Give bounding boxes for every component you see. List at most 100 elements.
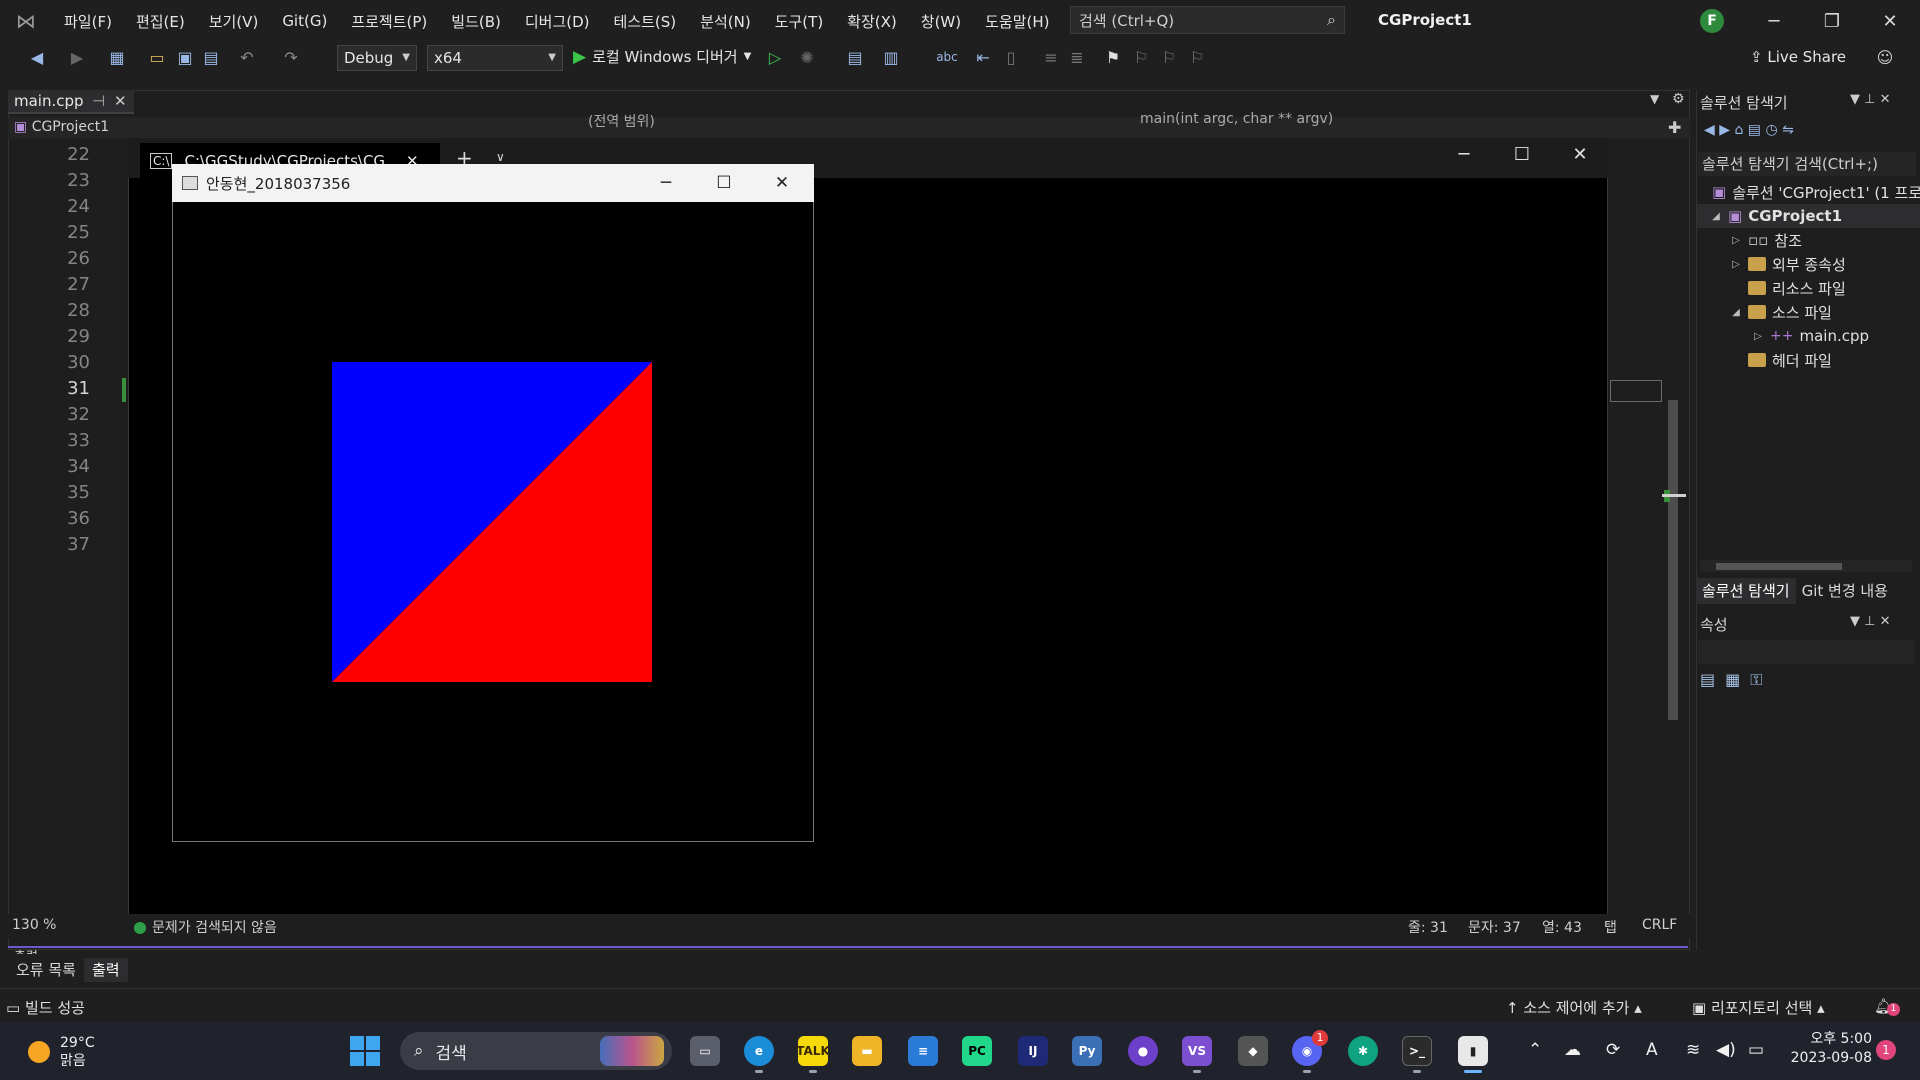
line-ending[interactable]: CRLF <box>1642 917 1677 933</box>
close-icon[interactable]: ✕ <box>1880 92 1891 107</box>
edge-icon[interactable]: e <box>744 1036 774 1066</box>
history-icon[interactable]: ◷ <box>1765 122 1777 138</box>
cursor-col[interactable]: 열: 43 <box>1542 917 1582 937</box>
tree-references[interactable]: ▷ ▫▫ 참조 <box>1730 228 1802 252</box>
collapsed-icon[interactable]: ▷ <box>1752 331 1764 342</box>
properties-object-select[interactable] <box>1698 640 1914 664</box>
open-folder-icon[interactable]: ▭ <box>146 46 168 68</box>
volume-icon[interactable]: ◀) <box>1716 1040 1736 1060</box>
configuration-select[interactable]: Debug ▼ <box>337 45 417 71</box>
alphabetical-icon[interactable]: ▦ <box>1725 670 1740 690</box>
expanded-icon[interactable]: ◢ <box>1710 211 1722 222</box>
comment-icon[interactable]: ≡ <box>1040 46 1062 68</box>
tab-error-list[interactable]: 오류 목록 <box>8 958 84 982</box>
menu-test[interactable]: 테스트(S) <box>602 11 689 32</box>
clock[interactable]: 오후 5:00 2023-09-08 <box>1782 1030 1872 1068</box>
input-method-icon[interactable]: A <box>1646 1040 1658 1060</box>
tree-external-deps[interactable]: ▷ 외부 종속성 <box>1730 252 1846 276</box>
menu-edit[interactable]: 편집(E) <box>124 11 197 32</box>
start-debugging-button[interactable]: ▶ 로컬 Windows 디버거 ▼ <box>573 46 751 67</box>
categorized-icon[interactable]: ▤ <box>1700 670 1715 690</box>
split-icon[interactable]: ✚ <box>1668 118 1681 137</box>
solution-explorer-icon[interactable]: ▤ <box>844 46 866 68</box>
select-repository-button[interactable]: ▣ 리포지토리 선택 ▴ <box>1692 997 1825 1018</box>
build-status[interactable]: ▭ 빌드 성공 <box>6 997 85 1018</box>
layout-icon[interactable]: ▥ <box>880 46 902 68</box>
property-pages-icon[interactable]: ⚿ <box>1750 670 1762 690</box>
chevron-down-icon[interactable]: ∨ <box>496 150 505 164</box>
hot-reload-icon[interactable]: ✺ <box>796 46 818 68</box>
tree-header-files[interactable]: 헤더 파일 <box>1748 348 1832 372</box>
wifi-icon[interactable]: ≋ <box>1686 1040 1700 1060</box>
back-icon[interactable]: ◀ <box>26 46 48 68</box>
taskbar-search[interactable]: ⌕ 검색 <box>400 1032 672 1070</box>
uncomment-icon[interactable]: ≣ <box>1066 46 1088 68</box>
menu-project[interactable]: 프로젝트(P) <box>339 11 439 32</box>
back-icon[interactable]: ◀ ▶ <box>1704 122 1730 138</box>
start-without-debugging-icon[interactable]: ▷ <box>764 46 786 68</box>
unity-icon[interactable]: ◆ <box>1238 1036 1268 1066</box>
pin-icon[interactable]: ⊣ <box>92 90 105 112</box>
visual-studio-icon[interactable]: VS <box>1182 1036 1212 1066</box>
pin-icon[interactable]: ⊥ <box>1864 614 1875 629</box>
python-icon[interactable]: Py <box>1072 1036 1102 1066</box>
forward-icon[interactable]: ▶ <box>66 46 88 68</box>
cursor-line[interactable]: 줄: 31 <box>1408 917 1448 937</box>
prev-bookmark-icon[interactable]: ⚐ <box>1130 46 1152 68</box>
maximize-icon[interactable]: ☐ <box>1500 140 1544 168</box>
intellij-icon[interactable]: IJ <box>1018 1036 1048 1066</box>
solution-explorer-search[interactable]: 솔루션 탐색기 검색(Ctrl+;) <box>1698 152 1916 176</box>
menu-tools[interactable]: 도구(T) <box>763 11 835 32</box>
menu-analyze[interactable]: 분석(N) <box>688 11 763 32</box>
collapsed-icon[interactable]: ▷ <box>1730 235 1742 246</box>
menu-build[interactable]: 빌드(B) <box>439 11 513 32</box>
gear-icon[interactable]: ⚙ <box>1672 91 1685 107</box>
github-icon[interactable]: ● <box>1128 1036 1158 1066</box>
update-icon[interactable]: ⟳ <box>1606 1040 1620 1060</box>
chevron-down-icon[interactable]: ▼ <box>1850 614 1860 629</box>
close-icon[interactable]: ✕ <box>1558 140 1602 168</box>
menu-debug[interactable]: 디버그(D) <box>513 11 602 32</box>
close-tab-icon[interactable]: ✕ <box>114 90 127 112</box>
nav-scope[interactable]: (전역 범위) <box>588 111 655 131</box>
notepad-icon[interactable]: ≡ <box>908 1036 938 1066</box>
notification-badge[interactable]: 1 <box>1876 1040 1896 1060</box>
tab-output[interactable]: 출력 <box>83 958 128 982</box>
battery-icon[interactable]: ▭ <box>1748 1040 1764 1060</box>
chatgpt-icon[interactable]: ✱ <box>1348 1036 1378 1066</box>
start-button[interactable] <box>350 1036 380 1066</box>
redo-icon[interactable]: ↷ <box>280 46 302 68</box>
kakaotalk-icon[interactable]: TALK <box>796 1036 830 1066</box>
file-explorer-icon[interactable]: ▬ <box>852 1036 882 1066</box>
task-view-icon[interactable]: ▭ <box>690 1036 720 1066</box>
notifications-button[interactable]: 🔔︎1 <box>1874 997 1901 1016</box>
tree-resource-files[interactable]: 리소스 파일 <box>1748 276 1846 300</box>
menu-git[interactable]: Git(G) <box>270 12 339 30</box>
platform-select[interactable]: x64 ▼ <box>427 45 563 71</box>
switch-view-icon[interactable]: ▤ <box>1748 122 1761 138</box>
tab-git-changes[interactable]: Git 변경 내용 <box>1796 578 1894 604</box>
collapsed-icon[interactable]: ▷ <box>1730 259 1742 270</box>
tab-list-icon[interactable]: ▼ <box>1650 92 1659 106</box>
step-icon[interactable]: ⇤ <box>972 46 994 68</box>
minimize-icon[interactable]: ─ <box>1754 8 1794 34</box>
clear-bookmarks-icon[interactable]: ⚐ <box>1186 46 1208 68</box>
pycharm-icon[interactable]: PC <box>962 1036 992 1066</box>
undo-icon[interactable]: ↶ <box>236 46 258 68</box>
weather-widget[interactable]: 29°C 맑음 <box>28 1034 95 1070</box>
tree-project[interactable]: ◢ ▣ CGProject1 <box>1710 204 1842 228</box>
add-source-control-button[interactable]: ↑ 소스 제어에 추가 ▴ <box>1506 997 1642 1018</box>
menu-file[interactable]: 파일(F) <box>52 11 124 32</box>
nav-function[interactable]: main(int argc, char ** argv) <box>1140 111 1333 127</box>
terminal-icon[interactable]: >_ <box>1402 1036 1432 1066</box>
tree-main-cpp[interactable]: ▷ ++ main.cpp <box>1752 324 1869 348</box>
next-bookmark-icon[interactable]: ⚐ <box>1158 46 1180 68</box>
save-icon[interactable]: ▣ <box>174 46 196 68</box>
close-icon[interactable]: ✕ <box>1870 8 1910 34</box>
chevron-up-icon[interactable]: ⌃ <box>1528 1040 1542 1060</box>
save-all-icon[interactable]: ▤ <box>200 46 222 68</box>
home-icon[interactable]: ⌂ <box>1734 122 1743 138</box>
zoom-level[interactable]: 130 % <box>12 917 56 933</box>
bookmark-icon[interactable]: ⚑ <box>1102 46 1124 68</box>
close-icon[interactable]: ✕ <box>762 168 802 198</box>
